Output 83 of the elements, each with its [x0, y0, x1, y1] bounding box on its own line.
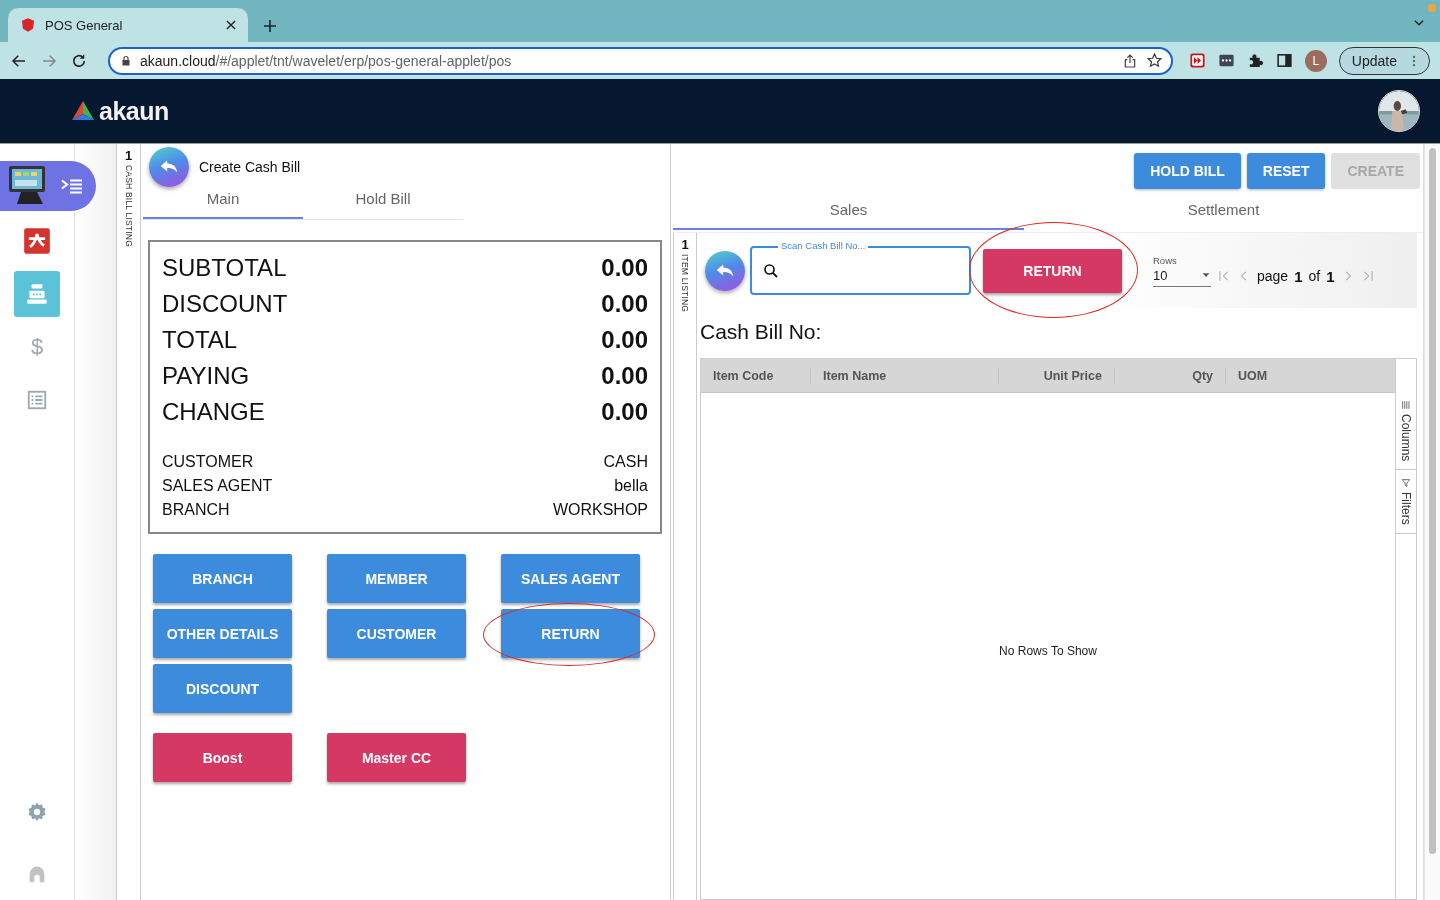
page-title: Create Cash Bill	[199, 159, 301, 175]
dropdown-icon	[1201, 270, 1211, 280]
action-button[interactable]: Master CC	[327, 733, 466, 782]
count-label: 1	[681, 237, 689, 252]
back-button[interactable]	[149, 147, 189, 187]
password-icon[interactable]	[1217, 52, 1235, 69]
triangle-logo-icon	[70, 99, 96, 123]
total-value: 0.00	[601, 290, 648, 318]
detail-label: SALES AGENT	[162, 476, 273, 496]
fast-forward-icon[interactable]	[1188, 52, 1206, 69]
side-panel-icon[interactable]	[1275, 52, 1293, 69]
column-header[interactable]: Item Code	[701, 367, 811, 384]
total-label: TOTAL	[162, 325, 238, 355]
close-icon[interactable]	[224, 18, 238, 32]
settings-icon[interactable]	[26, 801, 48, 823]
shield-icon	[20, 17, 36, 33]
tab[interactable]: Sales	[673, 190, 1024, 230]
back-button[interactable]	[705, 250, 745, 291]
action-button[interactable]: MEMBER	[327, 554, 466, 603]
menu-toggle-tab[interactable]	[0, 161, 96, 211]
empty-message: No Rows To Show	[999, 644, 1097, 658]
menu-icon	[60, 178, 84, 194]
action-button[interactable]: HOLD BILL	[1134, 153, 1241, 189]
column-header[interactable]: Item Name	[811, 367, 999, 384]
total-label: PAYING	[162, 361, 250, 391]
filter-icon	[1401, 478, 1411, 489]
new-tab-icon[interactable]	[262, 18, 278, 34]
user-avatar[interactable]	[1378, 90, 1420, 132]
update-button[interactable]: Update	[1338, 46, 1430, 75]
scrollbar-thumb[interactable]	[1429, 148, 1436, 854]
vertical-tab-label[interactable]: ITEM LISTING	[680, 254, 690, 313]
total-value: 0.00	[601, 398, 648, 426]
detail-label: CUSTOMER	[162, 452, 254, 472]
profile-avatar[interactable]: L	[1304, 49, 1327, 72]
action-button[interactable]: Boost	[153, 733, 292, 782]
notification-dot	[1428, 4, 1436, 12]
detail-value: bella	[614, 476, 648, 496]
total-label: CHANGE	[162, 397, 265, 427]
action-button[interactable]: CUSTOMER	[327, 609, 466, 658]
detail-value: CASH	[603, 452, 648, 472]
page-number: 1	[1294, 267, 1303, 285]
action-button[interactable]: SALES AGENT	[501, 554, 640, 603]
star-icon[interactable]	[1145, 52, 1163, 69]
address-bar[interactable]: akaun.cloud/#/applet/tnt/wavelet/erp/pos-general-applet/pos	[108, 46, 1173, 75]
total-label: SUBTOTAL	[162, 253, 287, 283]
action-button[interactable]: DISCOUNT	[153, 664, 292, 713]
action-button[interactable]: RETURN	[501, 609, 640, 658]
tab[interactable]: Hold Bill	[303, 179, 463, 219]
action-button[interactable]: OTHER DETAILS	[153, 609, 292, 658]
total-value: 0.00	[601, 362, 648, 390]
columns-icon	[1401, 400, 1411, 410]
app-icon	[23, 227, 51, 255]
count-label: 1	[124, 148, 133, 163]
rows-label: Rows	[1153, 254, 1178, 266]
search-icon	[762, 261, 780, 280]
browser-tab[interactable]: POS General	[8, 8, 248, 42]
of-label: of	[1308, 268, 1321, 284]
detail-label: BRANCH	[162, 500, 230, 520]
tab[interactable]: Main	[143, 179, 303, 219]
list-icon	[26, 389, 48, 411]
side-tool-tab[interactable]: Filters	[1396, 470, 1416, 535]
tab[interactable]: Settlement	[1024, 190, 1423, 230]
page-total: 1	[1326, 267, 1335, 285]
action-button[interactable]: BRANCH	[153, 554, 292, 603]
vertical-tab-label[interactable]: CASH BILL LISTING	[123, 165, 134, 247]
column-header[interactable]: Unit Price	[999, 367, 1115, 384]
total-value: 0.00	[601, 254, 648, 282]
total-label: DISCOUNT	[162, 289, 288, 319]
detail-value: WORKSHOP	[552, 500, 648, 520]
rows-select[interactable]: 10	[1153, 265, 1211, 287]
cash-register-icon	[24, 281, 50, 307]
side-tool-tab[interactable]: Columns	[1396, 392, 1416, 471]
address-text: akaun.cloud/#/applet/tnt/wavelet/erp/pos-general-applet/pos	[140, 52, 513, 69]
return-button[interactable]: RETURN	[983, 248, 1122, 293]
column-header[interactable]: UOM	[1226, 367, 1306, 384]
app-logo-text: akaun	[99, 96, 169, 126]
tab-title: POS General	[45, 17, 124, 33]
page-label: page	[1257, 268, 1289, 284]
total-value: 0.00	[601, 326, 648, 354]
lock-icon	[120, 54, 132, 67]
column-header[interactable]: Qty	[1115, 367, 1226, 384]
section-heading: Cash Bill No:	[700, 320, 823, 345]
action-button[interactable]: RESET	[1246, 153, 1326, 189]
